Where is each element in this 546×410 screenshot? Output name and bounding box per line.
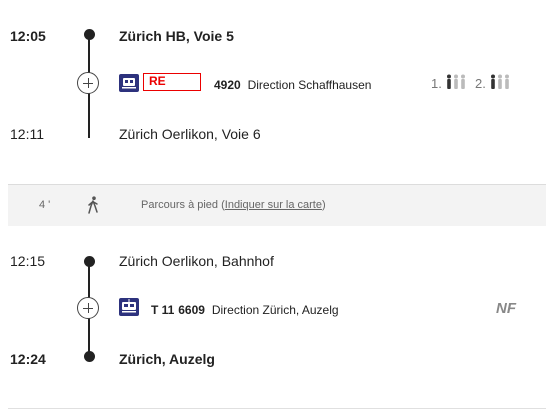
journey-number: 4920 xyxy=(214,78,241,92)
walk-duration: 4 ' xyxy=(39,199,51,211)
stop-dot xyxy=(83,29,95,40)
tram-icon xyxy=(119,298,139,316)
second-class-label: 2. xyxy=(475,76,486,91)
stop-dot xyxy=(83,351,95,362)
first-class-label: 1. xyxy=(431,76,442,91)
divider xyxy=(8,408,546,409)
journey-direction: Direction Zürich, Auzelg xyxy=(211,303,339,317)
journey-direction: Direction Schaffhausen xyxy=(247,78,372,92)
line-number: T 11 xyxy=(151,303,175,317)
arrival-time: 12:24 xyxy=(10,351,46,367)
departure-stop: Zürich Oerlikon, Bahnhof xyxy=(119,253,274,269)
occupancy-low-icon xyxy=(446,74,468,93)
walking-person-icon xyxy=(86,196,100,217)
walk-section: 4 ' Parcours à pied (Indiquer sur la car… xyxy=(8,184,546,226)
journey-info: T 11 6609 Direction Zürich, Auzelg xyxy=(151,301,339,317)
walk-text: Parcours à pied (Indiquer sur la carte) xyxy=(141,199,326,211)
walk-label: Parcours à pied ( xyxy=(141,199,225,211)
train-icon xyxy=(119,74,139,92)
walk-label-close: ) xyxy=(321,199,326,211)
journey-info: 4920 Direction Schaffhausen xyxy=(214,76,371,92)
stop-dot xyxy=(83,256,95,267)
departure-time: 12:05 xyxy=(10,28,46,44)
product-badge: RE xyxy=(143,73,201,91)
departure-stop: Zürich HB, Voie 5 xyxy=(119,28,234,44)
show-on-map-link[interactable]: Indiquer sur la carte xyxy=(225,199,322,211)
arrival-time: 12:11 xyxy=(10,126,44,142)
occupancy-low-icon xyxy=(490,74,512,93)
expand-stops-button[interactable] xyxy=(77,297,99,319)
arrival-stop: Zürich Oerlikon, Voie 6 xyxy=(119,126,261,142)
arrival-stop: Zürich, Auzelg xyxy=(119,351,215,367)
expand-stops-button[interactable] xyxy=(77,72,99,94)
departure-time: 12:15 xyxy=(10,253,46,269)
low-floor-note: NF xyxy=(496,300,516,317)
journey-number: 6609 xyxy=(178,303,205,317)
